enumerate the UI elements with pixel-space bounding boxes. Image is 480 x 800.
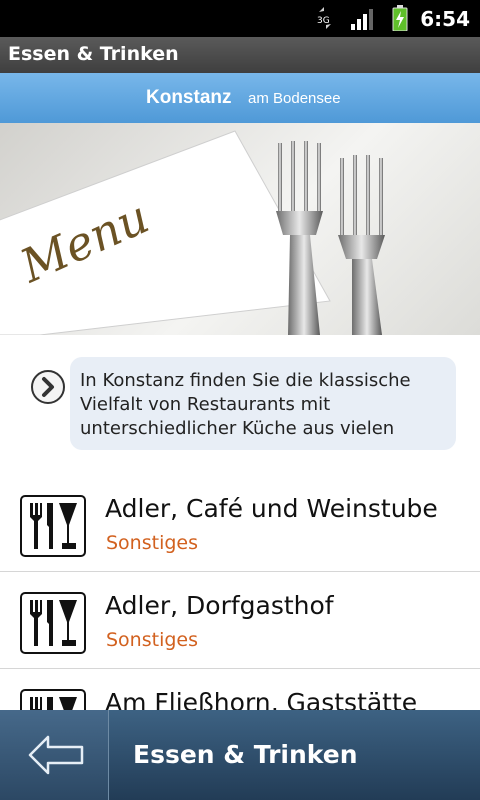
battery-charging-icon: [392, 5, 408, 31]
konstanz-banner: Konstanz am Bodensee: [0, 73, 480, 123]
fork-right: [338, 155, 385, 335]
list-item[interactable]: Adler, Dorfgasthof Sonstiges: [0, 572, 480, 669]
status-bar: 3G 6:54: [0, 0, 480, 37]
clock: 6:54: [420, 7, 470, 31]
chevron-right-circle-icon[interactable]: [30, 369, 66, 405]
list-item[interactable]: Adler, Café und Weinstube Sonstiges: [0, 475, 480, 572]
signal-strength-icon: [351, 9, 373, 30]
restaurant-category: Sonstiges: [106, 629, 199, 651]
hero-image: Menu: [0, 123, 480, 335]
back-arrow-icon: [28, 735, 84, 775]
restaurant-name: Adler, Dorfgasthof: [105, 591, 334, 620]
restaurant-name: Adler, Café und Weinstube: [105, 494, 438, 523]
network-3g-icon: 3G: [317, 7, 331, 29]
bottom-bar-title: Essen & Trinken: [133, 740, 358, 769]
page-title: Essen & Trinken: [8, 43, 179, 65]
banner-suffix: am Bodensee: [248, 90, 341, 107]
title-bar: Essen & Trinken: [0, 37, 480, 73]
back-button[interactable]: [0, 710, 109, 800]
svg-text:3G: 3G: [317, 16, 330, 26]
restaurant-cutlery-glass-icon: [20, 495, 86, 557]
intro-bubble[interactable]: In Konstanz finden Sie die klassische Vi…: [24, 357, 456, 450]
banner-brand: Konstanz: [146, 87, 232, 108]
intro-text: In Konstanz finden Sie die klassische Vi…: [80, 370, 411, 439]
bottom-bar: Essen & Trinken: [0, 710, 480, 800]
menu-forks-illustration: Menu: [0, 130, 385, 335]
restaurant-cutlery-glass-icon: [20, 592, 86, 654]
restaurant-category: Sonstiges: [106, 532, 199, 554]
